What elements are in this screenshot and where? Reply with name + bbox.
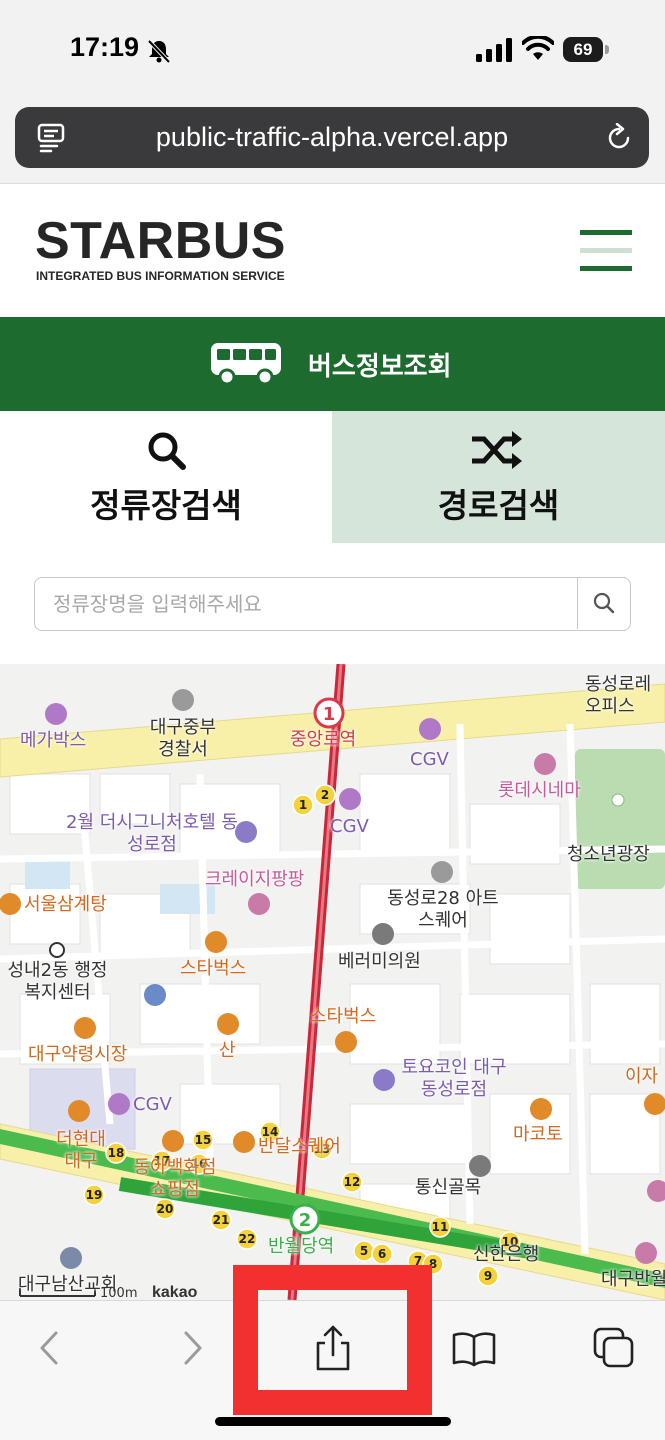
map-label-art-square: 동성로28 아트 스퀘어 — [387, 888, 499, 931]
map-label-cgv: CGV — [410, 749, 449, 770]
forward-icon[interactable] — [168, 1323, 218, 1373]
svg-text:9: 9 — [484, 1269, 492, 1283]
map-label-dongseong-office: 동성로레 오피스 — [585, 674, 652, 717]
menu-line — [580, 248, 632, 253]
map-label-hyundai: 더현대 대구 — [56, 1129, 106, 1172]
map-label-police: 대구중부 경찰서 — [149, 717, 217, 760]
tab-route-search[interactable]: 경로검색 — [332, 411, 665, 543]
screen: 17:19 69 public-traffic-alpha.vercel.app… — [0, 0, 665, 1440]
svg-text:1: 1 — [299, 798, 307, 812]
svg-text:21: 21 — [213, 1213, 230, 1227]
map-label-clinic: 베러미의원 — [338, 951, 421, 972]
map-label-seongnae-center: 성내2동 행정복지센터 — [7, 960, 108, 1003]
tab-stop-search-label: 정류장검색 — [90, 486, 242, 525]
map-label-banwoldang-station: 반월당역 — [268, 1236, 335, 1257]
kakao-logo: kakao — [152, 1284, 198, 1300]
svg-text:2: 2 — [299, 1210, 312, 1231]
search-icon — [148, 432, 186, 470]
map-label-starbucks-2: 스타벅스 — [310, 1006, 377, 1027]
address-bar[interactable]: public-traffic-alpha.vercel.app — [15, 107, 649, 168]
battery-indicator: 69 — [563, 37, 609, 62]
map-label-bandal-square: 반달스퀘어 — [258, 1136, 341, 1157]
svg-text:12: 12 — [344, 1175, 361, 1189]
svg-text:20: 20 — [157, 1202, 174, 1216]
map-label-megabox: 메가박스 — [20, 730, 87, 751]
hamburger-menu-icon[interactable] — [580, 230, 632, 272]
site-logo-subtitle: INTEGRATED BUS INFORMATION SERVICE — [36, 269, 285, 283]
svg-text:1: 1 — [323, 704, 336, 725]
site-logo[interactable]: STARBUS — [35, 211, 286, 271]
status-bar: 17:19 69 — [0, 0, 665, 96]
bookmarks-icon[interactable] — [449, 1323, 499, 1373]
map-label-starbucks: 스타벅스 — [180, 958, 247, 979]
map-label-makoto: 마코토 — [513, 1124, 563, 1145]
map-label-banwol-right: 대구반월 — [601, 1269, 665, 1290]
map-scale: 100m — [100, 1286, 138, 1300]
map-label-san: 산 — [219, 1040, 236, 1061]
tab-stop-search[interactable]: 정류장검색 — [0, 411, 332, 543]
map-label-jungangro-station: 중앙로역 — [290, 729, 357, 750]
address-bar-container: public-traffic-alpha.vercel.app — [0, 96, 665, 184]
svg-text:5: 5 — [360, 1244, 368, 1258]
svg-text:11: 11 — [432, 1220, 449, 1234]
map-label-samgyetang: 서울삼계탕 — [24, 894, 107, 915]
tab-route-search-label: 경로검색 — [437, 486, 560, 525]
stop-search-input[interactable] — [35, 578, 577, 629]
menu-line — [580, 230, 632, 235]
map-label-crazy-pangpang: 크레이지팡팡 — [205, 869, 305, 890]
map-label-hotel: 2월 더시그니처호텔 동성로점 — [66, 812, 238, 855]
menu-line — [580, 266, 632, 271]
map-label-cgv-3: CGV — [133, 1094, 172, 1115]
svg-text:6: 6 — [378, 1247, 386, 1261]
battery-level: 69 — [563, 37, 603, 62]
svg-text:19: 19 — [86, 1188, 103, 1202]
search-icon — [593, 592, 615, 614]
map-label-shinhan-bank: 신한은행 — [473, 1244, 540, 1265]
map-label-youth-square: 청소년광장 — [567, 844, 650, 865]
map-label-tongsin-alley: 통신골목 — [415, 1177, 482, 1198]
banner-title: 버스정보조회 — [308, 352, 452, 382]
bus-info-banner: 버스정보조회 — [0, 317, 665, 411]
stop-search-box — [34, 577, 631, 631]
share-highlight-box — [233, 1265, 432, 1415]
status-time: 17:19 — [70, 32, 140, 62]
bus-icon — [211, 343, 281, 386]
svg-text:15: 15 — [195, 1133, 212, 1147]
map-label-izakaya: 이자 — [625, 1066, 659, 1087]
bell-slash-icon — [147, 39, 171, 64]
signal-icon — [476, 38, 512, 62]
address-url[interactable]: public-traffic-alpha.vercel.app — [15, 107, 665, 168]
reload-icon[interactable] — [604, 123, 634, 153]
home-indicator — [215, 1417, 451, 1426]
svg-text:22: 22 — [239, 1232, 256, 1246]
map-label-dongah-dept: 동아백화점 쇼핑점 — [133, 1157, 217, 1200]
map-label-cgv-2: CGV — [330, 816, 369, 837]
map-label-medicine-market: 대구약령시장 — [28, 1044, 128, 1065]
svg-text:2: 2 — [321, 788, 329, 802]
map-view[interactable]: 1 2 1 2 5 6 7 8 9 10 11 12 13 14 15 16 1… — [0, 664, 665, 1300]
wifi-icon — [522, 36, 554, 60]
map-label-toyoko-inn: 토요코인 대구동성로점 — [401, 1057, 507, 1100]
battery-nub — [605, 45, 609, 54]
back-icon[interactable] — [24, 1323, 74, 1373]
map-label-lotte-cinema: 롯데시네마 — [498, 780, 581, 801]
shuffle-icon — [472, 431, 522, 469]
site-header: STARBUS INTEGRATED BUS INFORMATION SERVI… — [0, 185, 665, 317]
tabs-icon[interactable] — [589, 1323, 639, 1373]
search-submit-button[interactable] — [577, 578, 630, 629]
